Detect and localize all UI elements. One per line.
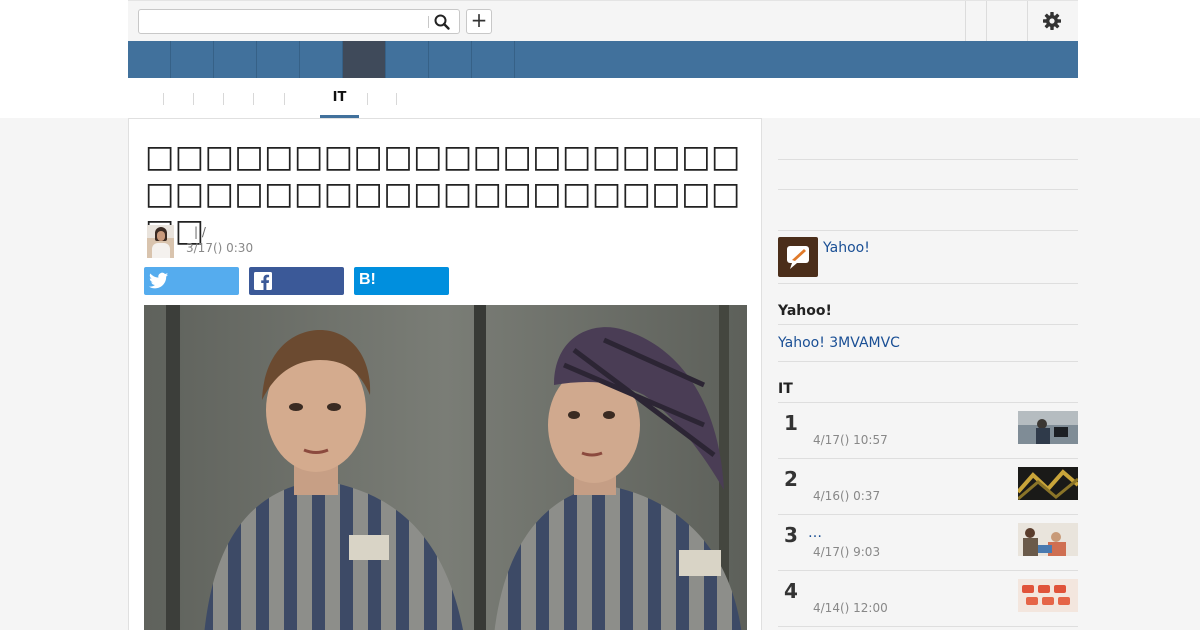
nav-item[interactable] [386, 41, 429, 78]
sidebar-divider [778, 230, 1078, 231]
nav-item[interactable] [128, 41, 171, 78]
nav-item[interactable] [300, 41, 343, 78]
sidebar-divider [778, 626, 1078, 627]
toolbar-divider [1027, 1, 1028, 41]
toolbar-divider [965, 1, 966, 41]
ranking-thumbnail[interactable] [1018, 467, 1078, 500]
ranking-date: 4/16() 0:37 [813, 489, 881, 503]
facebook-share-button[interactable] [249, 267, 344, 295]
nav-item-active[interactable] [343, 41, 386, 78]
gear-icon [1043, 12, 1061, 30]
nav-item[interactable] [214, 41, 257, 78]
subnav-divider [396, 93, 397, 105]
subnav-divider [284, 93, 285, 105]
subnav-divider [193, 93, 194, 105]
article-headline: □□□□□□□□□□□□□□□□□□□□□□□□□□□□□□□□□□□□□□□□… [145, 139, 741, 249]
subnav-divider [253, 93, 254, 105]
search-box [138, 9, 460, 34]
ranking-item[interactable]: 4 4/14() 12:00 [778, 571, 1078, 627]
twitter-share-button[interactable] [144, 267, 239, 295]
ranking-thumbnail[interactable] [1018, 523, 1078, 556]
ranking-item[interactable]: 2 4/16() 0:37 [778, 459, 1078, 515]
twitter-icon [149, 272, 169, 289]
toolbar-divider [986, 1, 987, 41]
ranking-date: 4/17() 10:57 [813, 433, 888, 447]
add-button[interactable]: + [466, 9, 492, 34]
ranking-thumbnail[interactable] [1018, 411, 1078, 444]
ranking-date: 4/17() 9:03 [813, 545, 881, 559]
ranking-number: 3 [784, 523, 798, 547]
nav-item[interactable] [171, 41, 214, 78]
yahoo-link[interactable]: Yahoo! [823, 240, 870, 256]
nav-item[interactable] [429, 41, 472, 78]
article-panel: □□□□□□□□□□□□□□□□□□□□□□□□□□□□□□□□□□□□□□□□… [128, 118, 762, 630]
ranking-item[interactable]: 1 4/17() 10:57 [778, 403, 1078, 459]
yahoo-news-logo[interactable] [778, 237, 818, 277]
category-subnav: IT [128, 78, 1078, 118]
sidebar-divider [778, 159, 1078, 160]
nav-item[interactable] [472, 41, 515, 78]
search-divider [428, 16, 429, 28]
article-date: 3/17() 0:30 [186, 241, 254, 255]
sidebar-divider [778, 189, 1078, 190]
it-ranking-heading: IT [778, 381, 793, 397]
search-input[interactable] [143, 13, 423, 31]
facebook-icon [254, 272, 272, 290]
nav-item[interactable] [257, 41, 300, 78]
sidebar: Yahoo! Yahoo! Yahoo! 3MVAMVC IT 1 4/17()… [778, 118, 1078, 630]
ranking-item[interactable]: 3 … 4/17() 9:03 [778, 515, 1078, 571]
main-nav [128, 41, 1078, 78]
ranking-number: 1 [784, 411, 798, 435]
ranking-date: 4/14() 12:00 [813, 601, 888, 615]
search-button[interactable] [433, 13, 453, 31]
hatena-bookmark-button[interactable]: B! [354, 267, 449, 295]
author-line: | / [194, 225, 206, 239]
search-icon [434, 14, 450, 30]
ranking-thumbnail[interactable] [1018, 579, 1078, 612]
ranking-number: 2 [784, 467, 798, 491]
top-toolbar: + [128, 0, 1078, 41]
tab-it[interactable]: IT [320, 90, 359, 105]
subnav-divider [163, 93, 164, 105]
sidebar-divider [778, 324, 1078, 325]
hatena-icon: B! [359, 271, 376, 288]
subnav-divider [367, 93, 368, 105]
sidebar-divider [778, 283, 1078, 284]
subnav-divider [223, 93, 224, 105]
ranking-number: 4 [784, 579, 798, 603]
settings-button[interactable] [1042, 11, 1062, 31]
author-avatar[interactable] [147, 225, 174, 258]
yahoo-heading: Yahoo! [778, 303, 832, 319]
yahoo-sub-link[interactable]: Yahoo! 3MVAMVC [778, 335, 900, 351]
plus-icon: + [470, 8, 488, 32]
sidebar-divider [778, 361, 1078, 362]
ranking-title[interactable]: … [808, 525, 822, 541]
article-photo [144, 305, 747, 630]
